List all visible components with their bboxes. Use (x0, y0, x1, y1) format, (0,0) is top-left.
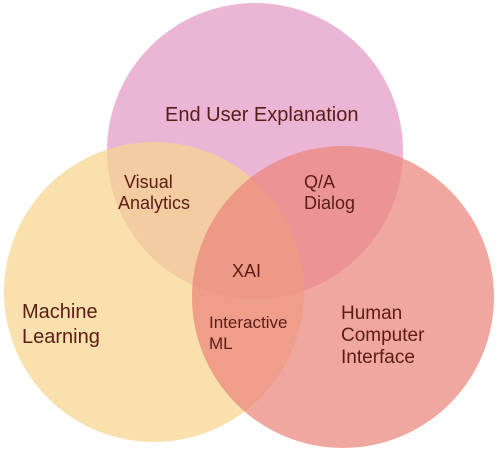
label-xai: XAI (232, 261, 261, 281)
label-machine-learning-line-1: Machine (22, 301, 98, 323)
label-human-computer-interface-line-3: Interface (341, 347, 415, 368)
venn-diagram: End User Explanation Machine Learning Hu… (4, 3, 494, 448)
label-visual-analytics-line-2: Analytics (118, 193, 190, 213)
label-interactive-ml-line-1: Interactive (209, 313, 287, 332)
circle-human-computer-interface (192, 146, 494, 448)
label-qa-dialog-line-2: Dialog (304, 193, 355, 213)
label-end-user-explanation: End User Explanation (165, 104, 358, 126)
label-xai-line: XAI (232, 261, 261, 281)
venn-circles (4, 3, 494, 448)
label-interactive-ml-line-2: ML (209, 334, 233, 353)
label-end-user-explanation-line: End User Explanation (165, 104, 358, 126)
label-machine-learning-line-2: Learning (22, 326, 100, 348)
label-human-computer-interface-line-1: Human (341, 303, 402, 324)
venn-diagram-stage: End User Explanation Machine Learning Hu… (0, 0, 500, 451)
label-qa-dialog-line-1: Q/A (304, 172, 335, 192)
label-visual-analytics-line-1: Visual (124, 172, 173, 192)
label-human-computer-interface-line-2: Computer (341, 325, 425, 346)
